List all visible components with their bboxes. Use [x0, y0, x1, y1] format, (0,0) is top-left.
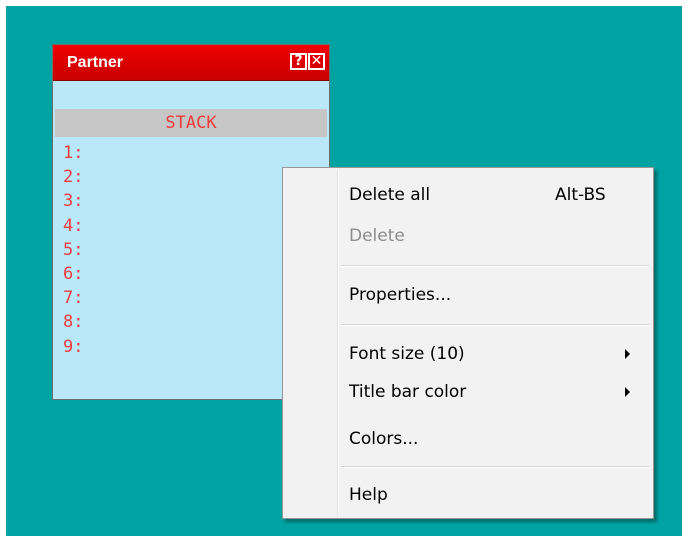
submenu-arrow-icon	[625, 349, 630, 359]
close-button[interactable]: ✕	[308, 53, 325, 70]
menu-item-title-bar-color[interactable]: Title bar color	[285, 376, 651, 408]
menu-separator	[341, 324, 649, 326]
menu-separator	[341, 265, 649, 267]
menu-item-font-size[interactable]: Font size (10)	[285, 338, 651, 370]
stack-list: 1: 2: 3: 4: 5: 6: 7: 8: 9:	[63, 141, 83, 359]
stack-level-8[interactable]: 8:	[63, 310, 83, 334]
menu-item-colors[interactable]: Colors...	[285, 423, 651, 455]
stack-level-4[interactable]: 4:	[63, 214, 83, 238]
menu-item-delete: Delete	[285, 220, 651, 252]
stack-level-6[interactable]: 6:	[63, 262, 83, 286]
menu-item-properties[interactable]: Properties...	[285, 279, 651, 311]
menu-item-help[interactable]: Help	[285, 479, 651, 511]
stack-level-1[interactable]: 1:	[63, 141, 83, 165]
menu-item-label: Delete all	[349, 185, 431, 205]
menu-item-label: Properties...	[349, 285, 452, 305]
question-mark-icon: ?	[294, 53, 303, 69]
stack-level-9[interactable]: 9:	[63, 335, 83, 359]
partner-title-bar[interactable]: Partner ? ✕	[53, 45, 329, 81]
close-icon: ✕	[310, 53, 323, 69]
help-button[interactable]: ?	[290, 53, 307, 70]
menu-item-label: Delete	[349, 226, 405, 246]
menu-item-shortcut: Alt-BS	[555, 185, 606, 205]
menu-item-label: Font size (10)	[349, 344, 465, 364]
stack-level-5[interactable]: 5:	[63, 238, 83, 262]
menu-item-label: Title bar color	[349, 382, 467, 402]
menu-item-delete-all[interactable]: Delete all Alt-BS	[285, 179, 651, 211]
menu-item-label: Colors...	[349, 429, 419, 449]
stack-level-7[interactable]: 7:	[63, 286, 83, 310]
stack-header: STACK	[55, 109, 327, 137]
context-menu: Delete all Alt-BS Delete Properties... F…	[282, 167, 654, 519]
desktop-background: Partner ? ✕ STACK 1: 2: 3: 4: 5: 6: 7: 8…	[6, 6, 682, 536]
menu-item-label: Help	[349, 485, 388, 505]
menu-separator	[341, 466, 649, 468]
stack-level-2[interactable]: 2:	[63, 165, 83, 189]
window-title: Partner	[67, 54, 124, 71]
stack-level-3[interactable]: 3:	[63, 189, 83, 213]
submenu-arrow-icon	[625, 387, 630, 397]
